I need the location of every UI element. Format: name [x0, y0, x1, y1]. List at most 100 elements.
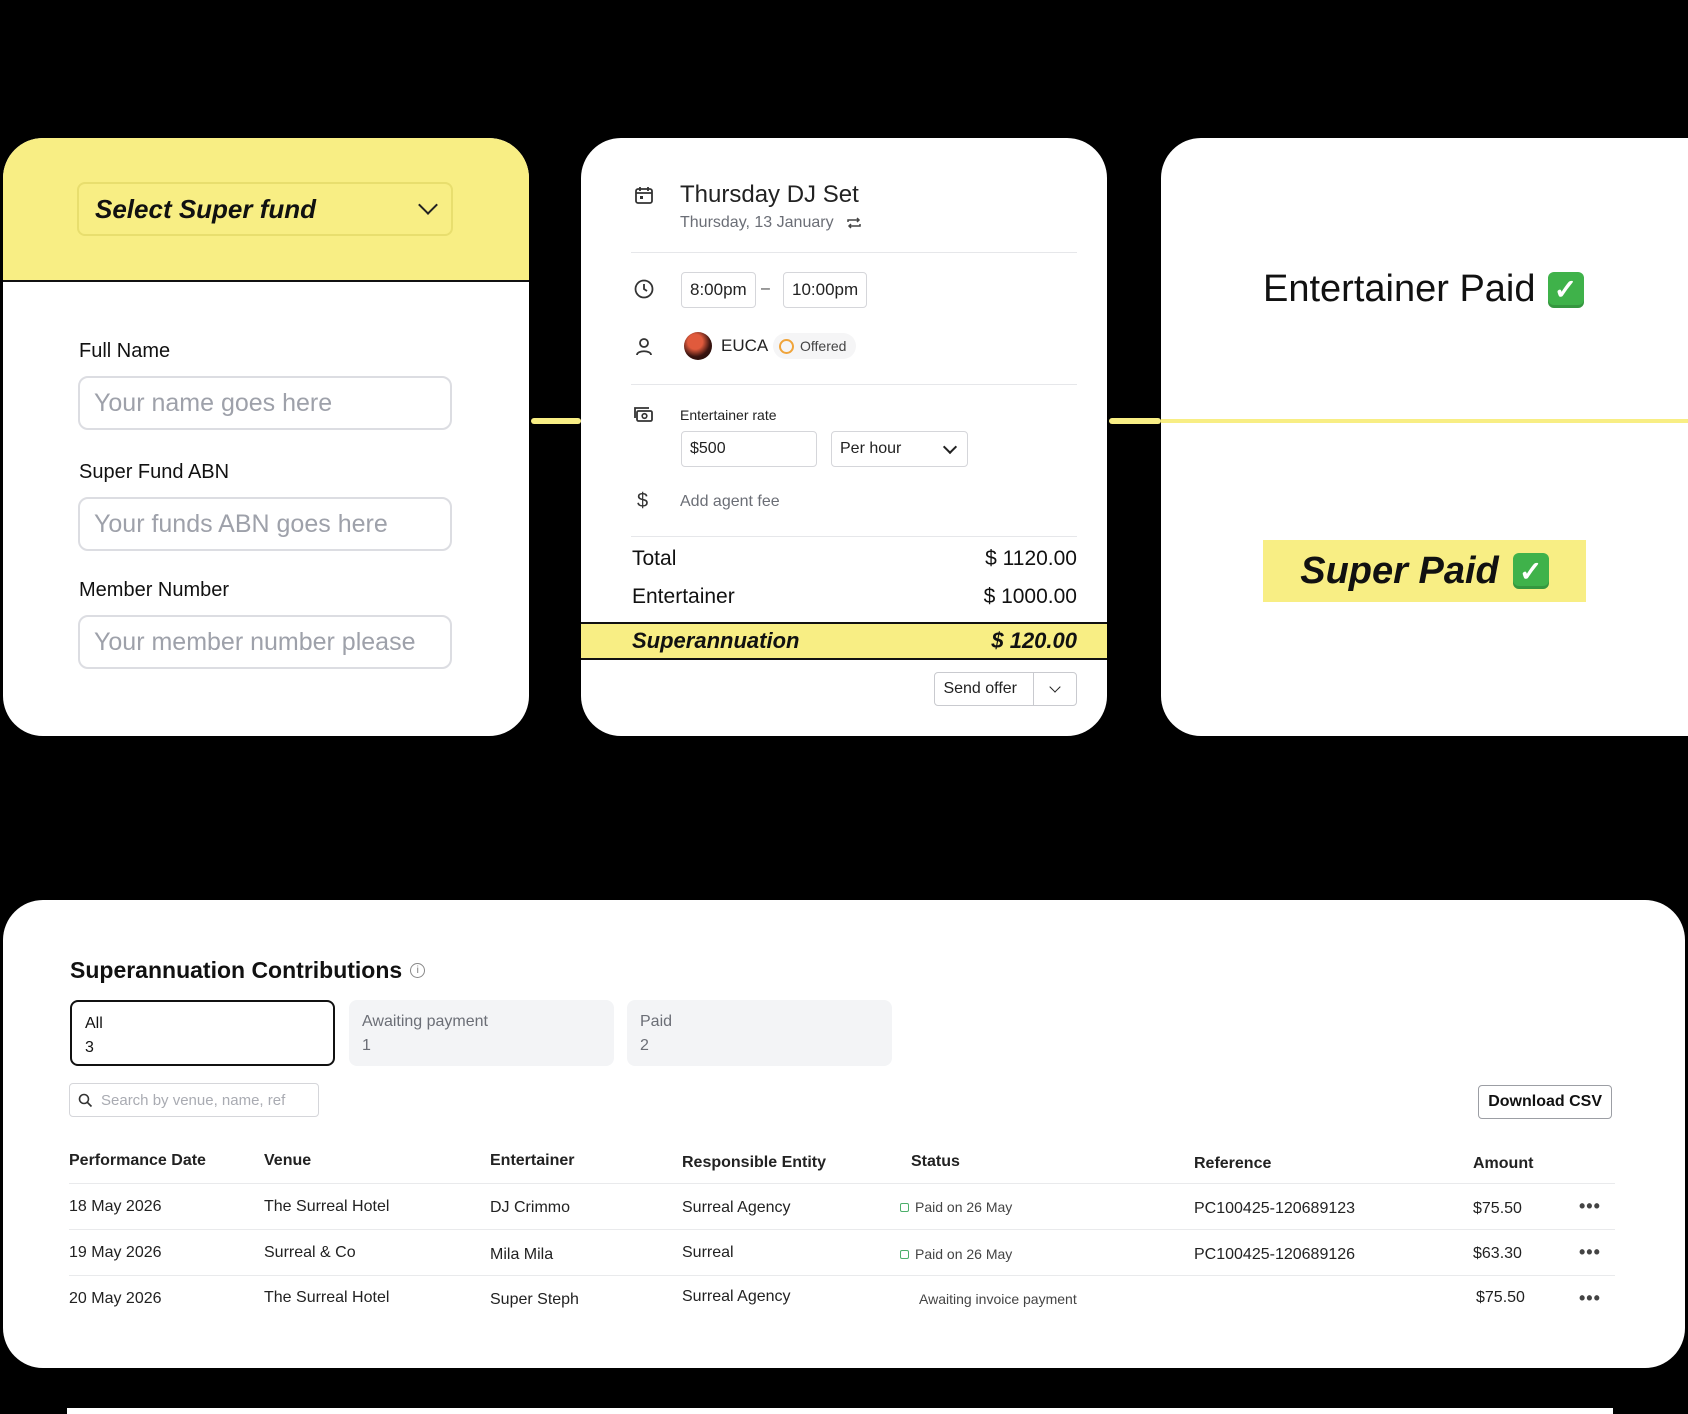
entertainer-rate-label: Entertainer rate — [680, 407, 777, 423]
super-fund-form-card: Select Super fund Full Name Super Fund A… — [3, 138, 529, 736]
tab-label: Paid — [640, 1013, 673, 1030]
add-agent-fee-link[interactable]: Add agent fee — [680, 493, 780, 511]
status-badge: Offered — [773, 333, 857, 359]
full-name-label: Full Name — [79, 340, 171, 362]
more-options-icon[interactable]: ••• — [1579, 1288, 1601, 1309]
gig-offer-card: Thursday DJ Set Thursday, 13 January 8:0… — [581, 138, 1107, 736]
cell-date: 18 May 2026 — [69, 1198, 162, 1215]
divider — [631, 536, 1077, 537]
paid-lock-icon — [900, 1202, 909, 1212]
super-fund-select-label: Select Super fund — [95, 193, 317, 224]
person-icon — [636, 338, 652, 356]
download-csv-button[interactable]: Download CSV — [1478, 1085, 1612, 1119]
total-value: $ 1120.00 — [985, 547, 1077, 570]
connector-line — [1161, 419, 1688, 423]
gig-date: Thursday, 13 January — [680, 214, 834, 231]
time-separator: – — [761, 280, 770, 297]
cell-entertainer: Mila Mila — [490, 1246, 554, 1263]
entertainer-paid-row: Entertainer Paid ✓ — [1263, 268, 1584, 311]
member-number-input[interactable] — [78, 615, 452, 669]
tab-paid[interactable]: Paid 2 — [627, 1000, 892, 1066]
cell-venue: The Surreal Hotel — [264, 1289, 390, 1306]
calendar-icon — [635, 187, 653, 204]
cell-amount: $63.30 — [1473, 1245, 1522, 1262]
entertainer-row: Entertainer $ 1000.00 — [632, 585, 1077, 609]
rate-unit-select[interactable]: Per hour — [831, 431, 968, 467]
cell-venue: Surreal & Co — [264, 1244, 356, 1261]
send-offer-button[interactable]: Send offer — [935, 673, 1034, 705]
send-offer-dropdown[interactable] — [1034, 673, 1076, 705]
entertainer-paid-label: Entertainer Paid — [1263, 268, 1536, 310]
cell-entertainer: DJ Crimmo — [490, 1199, 570, 1216]
column-header[interactable]: Amount — [1473, 1155, 1533, 1173]
super-fund-abn-input[interactable] — [78, 497, 452, 551]
column-header[interactable]: Status — [911, 1153, 960, 1171]
tab-awaiting-payment[interactable]: Awaiting payment 1 — [349, 1000, 614, 1066]
search-icon — [78, 1093, 93, 1107]
entertainer-label: Entertainer — [632, 585, 735, 608]
cell-amount: $75.50 — [1476, 1289, 1525, 1306]
tab-label: Awaiting payment — [362, 1013, 488, 1030]
more-options-icon[interactable]: ••• — [1579, 1196, 1601, 1217]
total-label: Total — [632, 547, 677, 570]
total-row: Total $ 1120.00 — [632, 547, 1077, 571]
check-icon: ✓ — [1547, 271, 1584, 308]
column-header[interactable]: Performance Date — [69, 1152, 206, 1170]
cell-entity: Surreal Agency — [682, 1288, 791, 1305]
status-text: Paid on 26 May — [915, 1199, 1013, 1215]
start-time-input[interactable]: 8:00pm — [681, 272, 756, 308]
cell-status: Awaiting invoice payment — [919, 1291, 1077, 1307]
superannuation-row: Superannuation $ 120.00 — [581, 622, 1107, 660]
chevron-down-icon — [1049, 681, 1061, 693]
bottom-edge-line — [67, 1408, 1613, 1414]
paid-lock-icon — [900, 1249, 909, 1259]
info-icon[interactable]: i — [410, 963, 426, 978]
end-time-input[interactable]: 10:00pm — [783, 272, 868, 308]
cell-venue: The Surreal Hotel — [264, 1198, 390, 1215]
tab-count: 3 — [85, 1039, 94, 1056]
dollar-icon: $ — [637, 490, 649, 512]
tab-count: 1 — [362, 1037, 371, 1054]
column-header[interactable]: Reference — [1194, 1155, 1271, 1173]
cell-date: 20 May 2026 — [69, 1290, 162, 1307]
column-header[interactable]: Entertainer — [490, 1152, 574, 1170]
send-offer-split-button: Send offer — [934, 672, 1077, 706]
super-fund-select[interactable]: Select Super fund — [77, 182, 453, 236]
cell-entity: Surreal Agency — [682, 1199, 791, 1216]
chevron-down-icon — [942, 439, 958, 454]
search-box — [69, 1083, 319, 1117]
entertainer-name: EUCA — [721, 336, 769, 355]
entertainer-value: $ 1000.00 — [983, 585, 1077, 608]
cell-reference: PC100425-120689123 — [1194, 1200, 1356, 1217]
super-paid-banner: Super Paid ✓ — [1263, 540, 1586, 602]
tab-all[interactable]: All 3 — [70, 1000, 335, 1066]
divider — [631, 384, 1077, 385]
cell-date: 19 May 2026 — [69, 1244, 162, 1261]
member-number-label: Member Number — [79, 579, 230, 601]
tab-count: 2 — [640, 1037, 649, 1054]
full-name-input[interactable] — [78, 376, 452, 430]
rate-input[interactable]: $500 — [681, 431, 817, 467]
status-text: Awaiting invoice payment — [919, 1291, 1077, 1307]
cell-entity: Surreal — [682, 1244, 734, 1261]
form-header: Select Super fund — [3, 138, 529, 282]
payment-status-card: Entertainer Paid ✓ Super Paid ✓ — [1161, 138, 1688, 736]
repeat-icon[interactable] — [846, 216, 862, 230]
chevron-down-icon — [418, 195, 438, 215]
connector-line-1 — [531, 418, 581, 424]
cell-reference: PC100425-120689126 — [1194, 1246, 1356, 1263]
cell-amount: $75.50 — [1473, 1200, 1522, 1217]
row-divider — [69, 1183, 1615, 1184]
contributions-card: Superannuation Contributions i All 3 Awa… — [3, 900, 1685, 1368]
cash-icon — [634, 407, 653, 422]
status-text: Paid on 26 May — [915, 1246, 1013, 1262]
super-fund-abn-label: Super Fund ABN — [79, 461, 230, 483]
column-header[interactable]: Venue — [264, 1152, 311, 1170]
search-input[interactable] — [101, 1091, 301, 1109]
more-options-icon[interactable]: ••• — [1579, 1242, 1601, 1263]
superannuation-label: Superannuation — [632, 628, 800, 653]
cell-entertainer: Super Steph — [490, 1291, 579, 1308]
check-icon: ✓ — [1512, 553, 1549, 589]
row-divider — [69, 1275, 1615, 1276]
column-header[interactable]: Responsible Entity — [682, 1154, 826, 1172]
